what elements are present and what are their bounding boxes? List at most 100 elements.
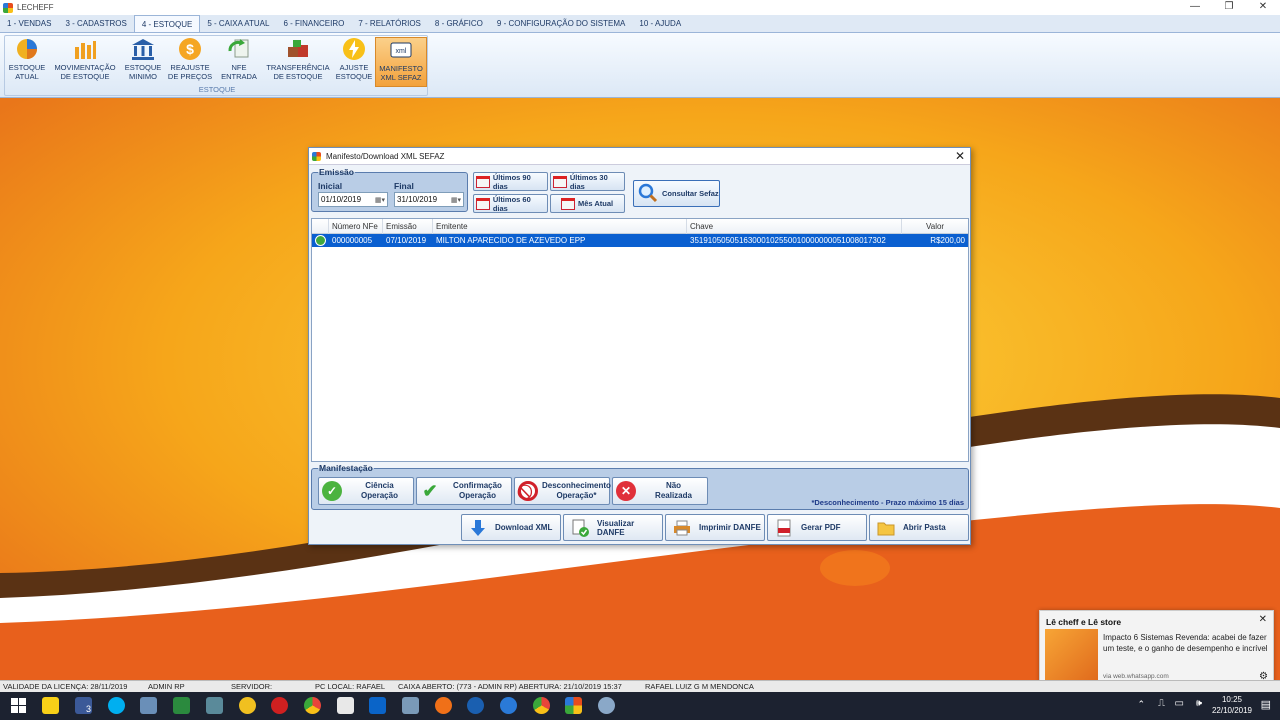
imprimir-danfe-button[interactable]: Imprimir DANFE — [665, 514, 765, 541]
final-label: Final — [394, 181, 414, 191]
tab-cadastros[interactable]: 3 - CADASTROS — [58, 15, 133, 32]
printer-icon — [673, 519, 691, 537]
pgadmin-icon[interactable] — [140, 697, 157, 714]
calendar-dropdown-icon[interactable]: ▦▾ — [375, 194, 385, 207]
close-window-button[interactable]: ✕ — [1246, 0, 1280, 15]
grid-header-numero[interactable]: Número NFe — [329, 219, 383, 234]
chevron-up-icon[interactable]: ⌃ — [1137, 699, 1145, 710]
app-window-icon[interactable] — [337, 697, 354, 714]
cell-emitente: MILTON APARECIDO DE AZEVEDO EPP — [436, 236, 586, 245]
clock-date[interactable]: 22/10/2019 — [1212, 706, 1252, 715]
grid-header-emissao[interactable]: Emissão — [383, 219, 433, 234]
ciencia-operacao-button[interactable]: ✓ Ciência Operação — [318, 477, 414, 505]
download-arrow-icon — [469, 519, 487, 537]
windows-start-icon[interactable] — [10, 697, 27, 714]
chrome-icon[interactable] — [304, 697, 321, 714]
skype-icon[interactable] — [108, 697, 125, 714]
tab-caixa-atual[interactable]: 5 - CAIXA ATUAL — [200, 15, 276, 32]
tab-estoque[interactable]: 4 - ESTOQUE — [133, 15, 201, 32]
volume-icon[interactable]: 🕪 — [1196, 698, 1202, 709]
desconhecimento-label: Desconhecimento Operação* — [542, 481, 611, 500]
grid-header-chave[interactable]: Chave — [687, 219, 902, 234]
grid-header-valor[interactable]: Valor — [902, 219, 968, 234]
ultimos-60-dias-button[interactable]: Últimos 60 dias — [473, 194, 548, 213]
abrir-pasta-button[interactable]: Abrir Pasta — [869, 514, 969, 541]
app-icon[interactable] — [239, 697, 256, 714]
restore-button[interactable]: ❐ — [1212, 0, 1246, 15]
gerar-pdf-button[interactable]: Gerar PDF — [767, 514, 867, 541]
ribbon-label: MINIMO — [129, 72, 157, 81]
outlook-icon[interactable] — [369, 697, 386, 714]
tab-financeiro[interactable]: 6 - FINANCEIRO — [276, 15, 351, 32]
tab-vendas[interactable]: 1 - VENDAS — [0, 15, 58, 32]
lecheff-icon[interactable] — [565, 697, 582, 714]
reajuste-precos-button[interactable]: $ REAJUSTE DE PREÇOS — [167, 37, 213, 87]
mes-atual-label: Mês Atual — [578, 199, 614, 208]
gerar-pdf-label: Gerar PDF — [801, 523, 841, 532]
lightning-icon — [342, 37, 366, 61]
spreadsheet-icon[interactable] — [173, 697, 190, 714]
nfe-entrada-button[interactable]: NFE ENTRADA — [217, 37, 261, 87]
tab-configuracao[interactable]: 9 - CONFIGURAÇÃO DO SISTEMA — [490, 15, 632, 32]
image-viewer-icon[interactable] — [402, 697, 419, 714]
app-icon[interactable] — [598, 697, 615, 714]
toast-title: Lê cheff e Lê store — [1046, 617, 1122, 627]
visualizar-danfe-button[interactable]: Visualizar DANFE — [563, 514, 663, 541]
notepad-icon[interactable] — [206, 697, 223, 714]
manifesto-xml-sefaz-button[interactable]: xml MANIFESTO XML SEFAZ — [375, 37, 427, 87]
desconhecimento-operacao-button[interactable]: ⃠ DesconhecimentoOperação* — [514, 477, 611, 505]
toast-source: via web.whatsapp.com — [1103, 673, 1169, 680]
ultimos-90-dias-button[interactable]: Últimos 90 dias — [473, 172, 548, 191]
movimentacao-estoque-button[interactable]: MOVIMENTAÇÃO DE ESTOQUE — [51, 37, 119, 87]
manifesto-dialog: Manifesto/Download XML SEFAZ ✕ Emissão I… — [308, 147, 971, 545]
consultar-sefaz-button[interactable]: Consultar Sefaz — [633, 180, 720, 207]
devexpress-icon[interactable] — [271, 697, 288, 714]
clock-time[interactable]: 10:25 — [1222, 695, 1242, 704]
app-logo-icon — [3, 2, 13, 13]
notification-center-icon[interactable]: ▤ — [1261, 698, 1271, 711]
nfe-grid[interactable]: Número NFe Emissão Emitente Chave Valor … — [311, 218, 969, 462]
table-row[interactable]: 000000005 07/10/2019 MILTON APARECIDO DE… — [312, 234, 968, 247]
tab-grafico[interactable]: 8 - GRÁFICO — [428, 15, 490, 32]
estoque-minimo-button[interactable]: ESTOQUE MINIMO — [123, 37, 163, 87]
data-inicial-value: 01/10/2019 — [321, 195, 362, 204]
ultimos-60-dias-label: Últimos 60 dias — [492, 194, 531, 213]
cell-valor: R$200,00 — [930, 236, 965, 245]
calendar-icon — [476, 175, 490, 188]
ribbon-label: REAJUSTE — [170, 63, 210, 72]
app-icon[interactable] — [467, 697, 484, 714]
ajuste-estoque-button[interactable]: AJUSTE ESTOQUE — [335, 37, 373, 87]
ribbon-group-label: ESTOQUE — [198, 85, 236, 94]
dialog-close-button[interactable]: ✕ — [955, 149, 965, 163]
facebook-icon[interactable]: 3 — [75, 697, 92, 714]
firefox-icon[interactable] — [435, 697, 452, 714]
mes-atual-button[interactable]: Mês Atual — [550, 194, 625, 213]
tab-relatorios[interactable]: 7 - RELATÓRIOS — [351, 15, 428, 32]
grid-header-emitente[interactable]: Emitente — [433, 219, 687, 234]
ultimos-90-dias-label: Últimos 90 dias — [492, 172, 531, 191]
ribbon-label: TRANSFERÊNCIA — [266, 63, 330, 72]
bar-chart-icon — [73, 37, 97, 61]
minimize-button[interactable]: — — [1178, 0, 1212, 15]
teamviewer-icon[interactable] — [500, 697, 517, 714]
data-final-input[interactable]: 31/10/2019 ▦▾ — [394, 192, 464, 207]
download-xml-button[interactable]: Download XML — [461, 514, 561, 541]
tab-ajuda[interactable]: 10 - AJUDA — [632, 15, 688, 32]
confirmacao-label: Confirmação Operação — [453, 481, 502, 500]
ultimos-30-dias-button[interactable]: Últimos 30 dias — [550, 172, 625, 191]
battery-icon[interactable]: ▭ — [1175, 698, 1184, 709]
nao-realizada-button[interactable]: ✕ Não Realizada — [612, 477, 708, 505]
manifestacao-legend: Manifestação — [318, 463, 374, 473]
toast-close-icon[interactable]: ✕ — [1259, 614, 1267, 625]
calendar-dropdown-icon[interactable]: ▦▾ — [451, 194, 461, 207]
confirmacao-operacao-button[interactable]: ✔ Confirmação Operação — [416, 477, 512, 505]
chrome-icon[interactable] — [533, 697, 550, 714]
data-inicial-input[interactable]: 01/10/2019 ▦▾ — [318, 192, 388, 207]
transferencia-estoque-button[interactable]: TRANSFERÊNCIA DE ESTOQUE — [265, 37, 331, 87]
notification-toast[interactable]: Lê cheff e Lê store ✕ Impacto 6 Sistemas… — [1039, 610, 1274, 686]
sticky-notes-icon[interactable] — [42, 697, 59, 714]
estoque-atual-button[interactable]: ESTOQUE ATUAL — [7, 37, 47, 87]
network-icon[interactable]: ⎍ — [1158, 698, 1165, 709]
cell-numero: 000000005 — [332, 236, 373, 245]
grid-header-check — [312, 219, 329, 234]
